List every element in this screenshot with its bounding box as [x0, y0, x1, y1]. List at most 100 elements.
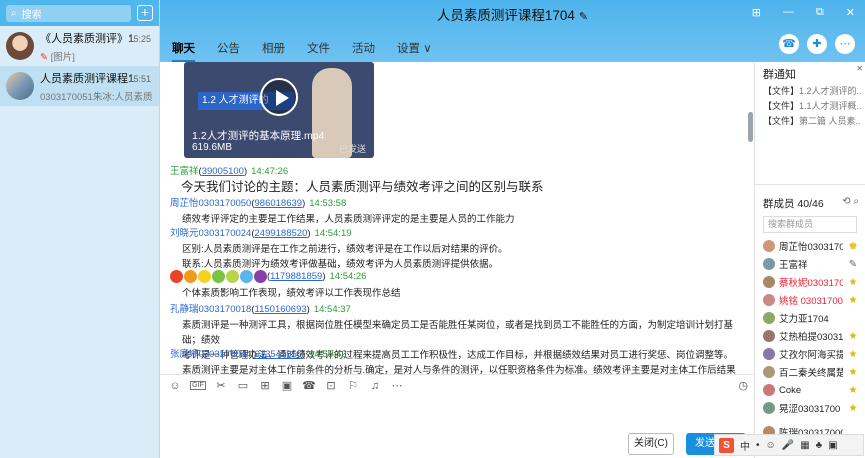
pear-icon — [226, 270, 239, 283]
image-icon[interactable]: ⊞ — [258, 379, 272, 392]
member-name: 艾力亚1704 — [779, 314, 829, 325]
search-placeholder: 搜索 — [21, 9, 42, 21]
admin-star-icon: ★ — [848, 384, 858, 396]
tab-activity[interactable]: 活动 — [352, 40, 375, 62]
phone-call-icon[interactable]: ☎ — [302, 379, 316, 392]
tab-chat[interactable]: 聊天 — [172, 40, 195, 62]
member-name: 蔡秋妮0303170 — [779, 278, 843, 289]
more-tools-icon[interactable]: ⋯ — [390, 379, 404, 392]
notice-item[interactable]: 【文件】1.1人才测评概... — [763, 99, 861, 112]
conversation-time: 15:51 — [128, 74, 151, 84]
add-button[interactable]: + — [137, 5, 153, 21]
notice-title: 群通知 — [763, 69, 796, 81]
ime-mic-icon[interactable]: 🎤 — [782, 440, 794, 451]
folder-icon[interactable]: ▭ — [236, 379, 250, 392]
eggplant-icon — [254, 270, 267, 283]
sender-qq[interactable]: 1150160693 — [255, 304, 307, 315]
screenshot-icon[interactable]: ✂ — [214, 379, 228, 392]
close-icon[interactable]: ✕ — [846, 6, 855, 19]
member-item[interactable]: 王富祥 ✎ — [763, 256, 859, 272]
notice-tag: 【文件】 — [763, 86, 800, 96]
sender-qq[interactable]: 986018639 — [255, 198, 303, 209]
sender-name[interactable]: 王富祥 — [170, 166, 199, 177]
video-filename: 1.2人才测评的基本原理.mp4 — [192, 130, 325, 142]
member-item[interactable]: 百二秦关终属楚 ★ — [763, 364, 859, 380]
sender-name[interactable]: 张庭婷0303170044 — [170, 349, 251, 360]
phone-icon[interactable]: ☎ — [779, 34, 799, 54]
member-item[interactable]: Coke ★ — [763, 382, 859, 398]
ime-toolbox-icon[interactable]: ▣ — [828, 440, 837, 451]
ime-emoji-icon[interactable]: ☺ — [766, 440, 776, 451]
tab-album[interactable]: 相册 — [262, 40, 285, 62]
member-avatar — [763, 402, 775, 414]
message-text: 今天我们讨论的主题：人员素质测评与绩效考评之间的区别与联系 — [181, 180, 544, 194]
minimize-icon[interactable]: — — [783, 6, 794, 19]
conversation-item[interactable]: 《人员素质测评》1 ✎ [图片] 15:25 — [0, 26, 159, 66]
notice-item[interactable]: 【文件】1.2人才测评的... — [763, 84, 861, 97]
play-icon[interactable] — [260, 78, 298, 116]
member-item[interactable]: 周芷怡0303170 ♚ — [763, 238, 859, 254]
member-item[interactable]: 艾力亚1704 — [763, 310, 859, 326]
member-item[interactable]: 艾孜尔阿海买提 ★ — [763, 346, 859, 362]
ime-lang-icon[interactable]: 中 — [740, 438, 750, 453]
message-sender: 张庭婷0303170044(613542850) 14:55:42 — [170, 349, 347, 360]
edit-title-icon[interactable]: ✎ — [579, 11, 588, 23]
message-time: 14:47:26 — [251, 166, 289, 177]
conversation-item-active[interactable]: 人员素质测评课程1 0303170051朱冰:人员素质测 15:51 — [0, 66, 159, 106]
sender-qq[interactable]: 1179881859 — [270, 271, 322, 282]
member-item[interactable]: 姚铭 03031700 ★ — [763, 292, 859, 308]
tab-settings[interactable]: 设置 ∨ — [397, 40, 432, 62]
notice-item[interactable]: 【文件】第二篇 人员素... — [763, 114, 861, 127]
member-search-input[interactable]: 搜索群成员 — [763, 216, 857, 233]
member-name: 姚铭 03031700 — [779, 296, 843, 307]
sender-name[interactable]: 孔静瑞0303170018 — [170, 304, 251, 315]
message-sender: 周芷怡0303170050(986018639) 14:53:58 — [170, 198, 347, 209]
chat-scrollbar-thumb[interactable] — [748, 112, 753, 142]
maximize-icon[interactable]: ⧉ — [816, 6, 824, 19]
sender-qq[interactable]: 2499188520 — [255, 228, 308, 239]
admin-star-icon: ★ — [848, 294, 858, 306]
ime-keyboard-icon[interactable]: ▦ — [800, 440, 809, 451]
member-item[interactable]: 艾热柏提03031 ★ — [763, 328, 859, 344]
gif-icon[interactable]: GIF — [190, 381, 206, 390]
member-name: 王富祥 — [779, 260, 808, 271]
ime-punct-icon[interactable]: • — [756, 440, 760, 451]
member-item[interactable]: 蔡秋妮0303170 ★ — [763, 274, 859, 290]
admin-star-icon: ★ — [848, 348, 858, 360]
panel-collapse-icon[interactable]: ✕ — [856, 64, 863, 73]
history-icon[interactable]: ◷ — [738, 379, 748, 392]
sender-qq[interactable]: 39005100 — [202, 166, 244, 177]
tab-announcement[interactable]: 公告 — [217, 40, 240, 62]
emoji-nickname[interactable] — [170, 270, 267, 283]
video-filesize: 619.6MB — [192, 142, 233, 153]
message-time: 14:53:58 — [309, 198, 347, 209]
pin-icon[interactable]: ⊞ — [752, 6, 761, 19]
more-icon[interactable]: ⋯ — [835, 34, 855, 54]
sender-name[interactable]: 周芷怡0303170050 — [170, 198, 251, 209]
member-avatar — [763, 276, 775, 288]
emoji-icon[interactable]: ☺ — [168, 380, 182, 392]
tab-files[interactable]: 文件 — [307, 40, 330, 62]
member-avatar — [763, 312, 775, 324]
video-message[interactable]: 1.2 人才测评的 1.2人才测评的基本原理.mp4 619.6MB 已发送 — [184, 62, 374, 158]
image-tag-icon: ✎ — [40, 51, 48, 63]
conversation-sidebar: ⌕ 搜索 + 《人员素质测评》1 ✎ [图片] 15:25 人员素质测评课程1 … — [0, 0, 160, 458]
search-input[interactable]: ⌕ 搜索 — [6, 4, 131, 22]
sender-name[interactable]: 刘晓元0303170024 — [170, 228, 251, 239]
video-icon[interactable]: ▣ — [280, 379, 294, 392]
music-icon[interactable]: ♫ — [368, 380, 382, 392]
flag-icon[interactable]: ⚐ — [346, 379, 360, 392]
sidebar-top-bar: ⌕ 搜索 + — [0, 0, 159, 26]
ime-skin-icon[interactable]: ♣ — [816, 440, 823, 451]
member-tools-icons[interactable]: ⟲ ⌕ — [842, 196, 859, 207]
notice-text: 1.1人才测评概... — [799, 101, 861, 111]
gift-icon[interactable]: ⊡ — [324, 379, 338, 392]
member-item[interactable]: 晃涩03031700 ★ — [763, 400, 859, 416]
add-chat-icon[interactable]: ✚ — [807, 34, 827, 54]
message-input[interactable]: 关闭(C) 发送(S) — [160, 396, 754, 458]
sender-qq[interactable]: 613542850 — [255, 349, 303, 360]
sogou-logo-icon[interactable]: S — [719, 437, 734, 453]
chat-header: 人员素质测评课程1704 ✎ ⊞ — ⧉ ✕ 聊天 公告 相册 文件 活动 设置 … — [160, 0, 865, 62]
message-text: 个体素质影响工作表现，绩效考评以工作表现作总结 — [182, 288, 401, 299]
close-button[interactable]: 关闭(C) — [628, 433, 674, 455]
